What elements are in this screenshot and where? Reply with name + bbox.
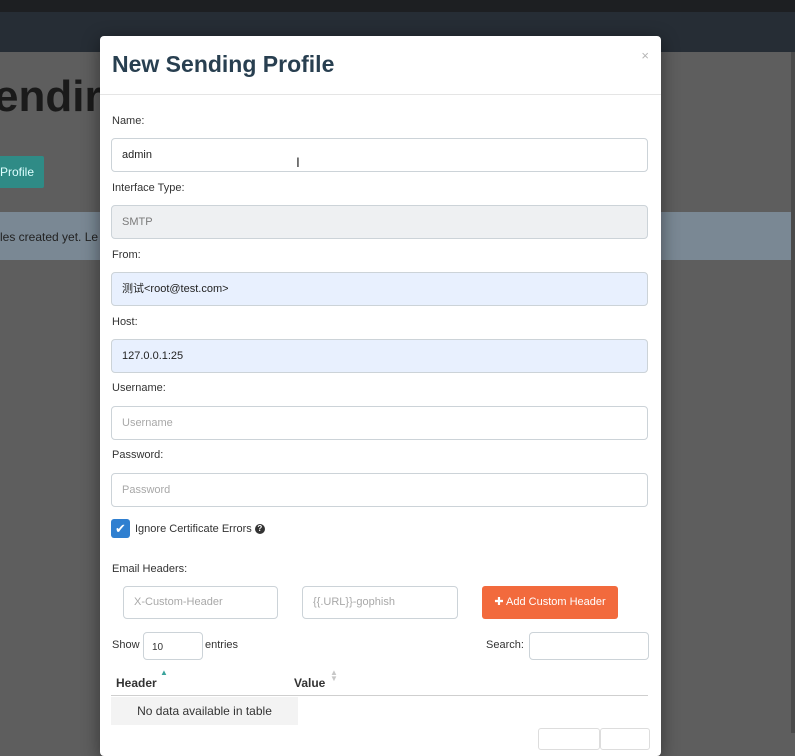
sort-asc-icon: ▲ xyxy=(160,668,168,677)
custom-header-input[interactable]: X-Custom-Header xyxy=(123,586,278,619)
host-input[interactable]: 127.0.0.1:25 xyxy=(111,339,648,373)
interface-type-label: Interface Type: xyxy=(112,182,185,194)
host-value: 127.0.0.1:25 xyxy=(122,350,184,362)
entries-select[interactable]: 10 xyxy=(143,632,203,660)
entries-label: entries xyxy=(205,639,239,651)
host-label: Host: xyxy=(112,316,138,328)
pagination-next[interactable] xyxy=(600,728,650,750)
checkmark-icon: ✔ xyxy=(115,521,126,536)
show-label: Show xyxy=(112,639,140,651)
email-headers-label: Email Headers: xyxy=(112,563,188,575)
ignore-cert-checkbox[interactable]: ✔ xyxy=(111,519,130,538)
search-label: Search: xyxy=(486,639,524,651)
sort-both-icon: ▲ ▼ xyxy=(330,668,338,683)
entries-value: 10 xyxy=(152,642,164,653)
new-sending-profile-modal: New Sending Profile × Name: admin I Inte… xyxy=(100,36,661,756)
table-empty-message: No data available in table xyxy=(111,697,298,725)
pagination-previous[interactable] xyxy=(538,728,600,750)
name-value: admin xyxy=(122,149,152,161)
plus-icon: ✚ xyxy=(494,596,504,608)
page-scrollbar[interactable] xyxy=(791,52,795,733)
add-custom-header-button[interactable]: ✚ Add Custom Header xyxy=(482,586,618,619)
empty-alert-text: files created yet. Le xyxy=(0,230,99,244)
custom-header-placeholder: X-Custom-Header xyxy=(134,596,223,608)
username-input[interactable]: Username xyxy=(111,406,648,440)
modal-header: New Sending Profile × xyxy=(100,36,661,95)
close-icon[interactable]: × xyxy=(641,48,649,63)
from-value: 测试<root@test.com> xyxy=(122,283,229,295)
modal-title: New Sending Profile xyxy=(112,51,335,77)
browser-top-strip xyxy=(0,0,795,12)
password-label: Password: xyxy=(112,449,164,461)
column-header-value[interactable]: Value xyxy=(294,676,325,690)
interface-type-input: SMTP xyxy=(111,205,648,239)
from-label: From: xyxy=(112,249,141,261)
table-header-divider xyxy=(111,695,648,696)
name-input[interactable]: admin xyxy=(111,138,648,172)
question-circle-icon[interactable]: ? xyxy=(254,524,265,535)
column-header-header[interactable]: Header xyxy=(116,676,157,690)
new-profile-button: Profile xyxy=(0,156,44,188)
page-title: endir xyxy=(0,72,102,121)
ignore-cert-label[interactable]: Ignore Certificate Errors? xyxy=(135,523,265,535)
custom-value-input[interactable]: {{.URL}}-gophish xyxy=(302,586,458,619)
ignore-cert-label-text: Ignore Certificate Errors xyxy=(135,523,252,535)
table-search-input[interactable] xyxy=(529,632,649,660)
name-label: Name: xyxy=(112,115,145,127)
username-label: Username: xyxy=(112,382,166,394)
from-input[interactable]: 测试<root@test.com> xyxy=(111,272,648,306)
add-custom-header-label: Add Custom Header xyxy=(506,596,606,608)
text-cursor-icon: I xyxy=(296,154,300,170)
custom-value-placeholder: {{.URL}}-gophish xyxy=(313,596,395,608)
interface-type-value: SMTP xyxy=(122,216,153,228)
password-input[interactable]: Password xyxy=(111,473,648,507)
password-placeholder: Password xyxy=(122,484,171,496)
username-placeholder: Username xyxy=(122,417,173,429)
